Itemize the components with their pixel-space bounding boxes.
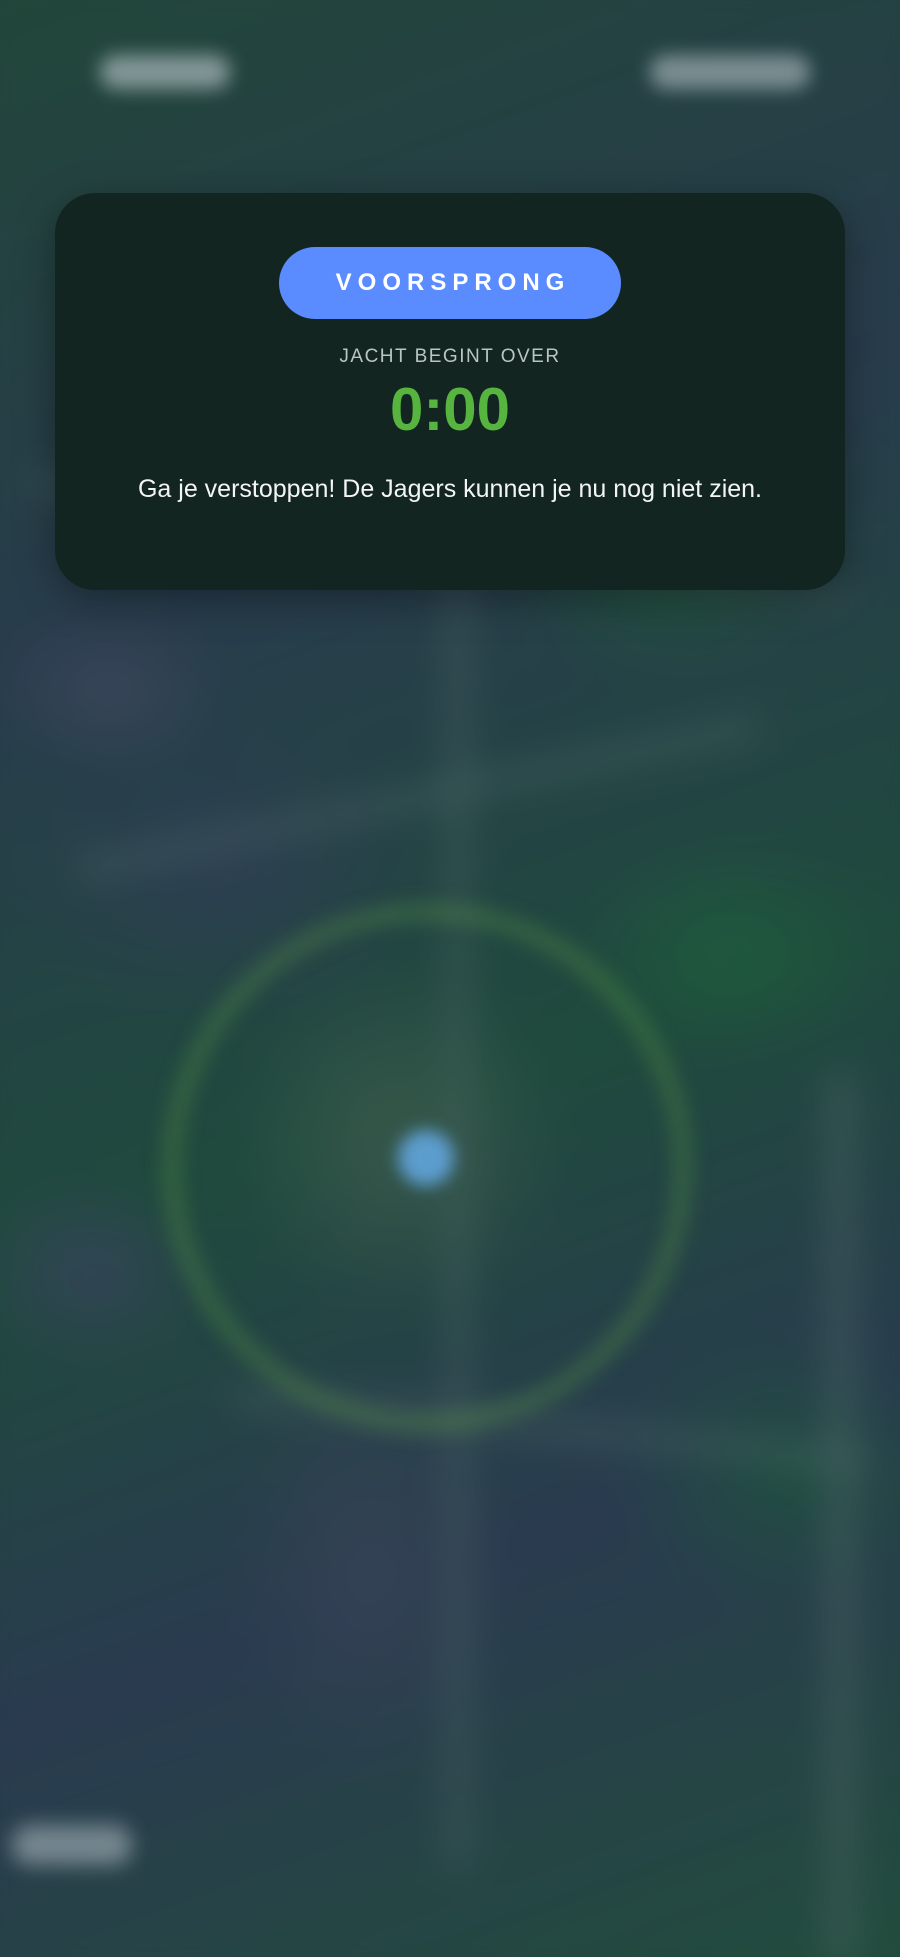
status-bar-icons	[650, 55, 810, 89]
hide-instruction-text: Ga je verstoppen! De Jagers kunnen je nu…	[137, 475, 762, 503]
head-start-card: VOORSPRONG JACHT BEGINT OVER 0:00 Ga je …	[55, 193, 845, 590]
countdown-label: JACHT BEGINT OVER	[339, 346, 561, 367]
map-attribution	[12, 1825, 132, 1865]
game-screen: VOORSPRONG JACHT BEGINT OVER 0:00 Ga je …	[0, 0, 900, 1957]
phase-badge: VOORSPRONG	[279, 247, 621, 319]
status-bar-time	[100, 55, 230, 89]
countdown-timer: 0:00	[389, 376, 511, 443]
location-dot-icon	[398, 1130, 454, 1186]
